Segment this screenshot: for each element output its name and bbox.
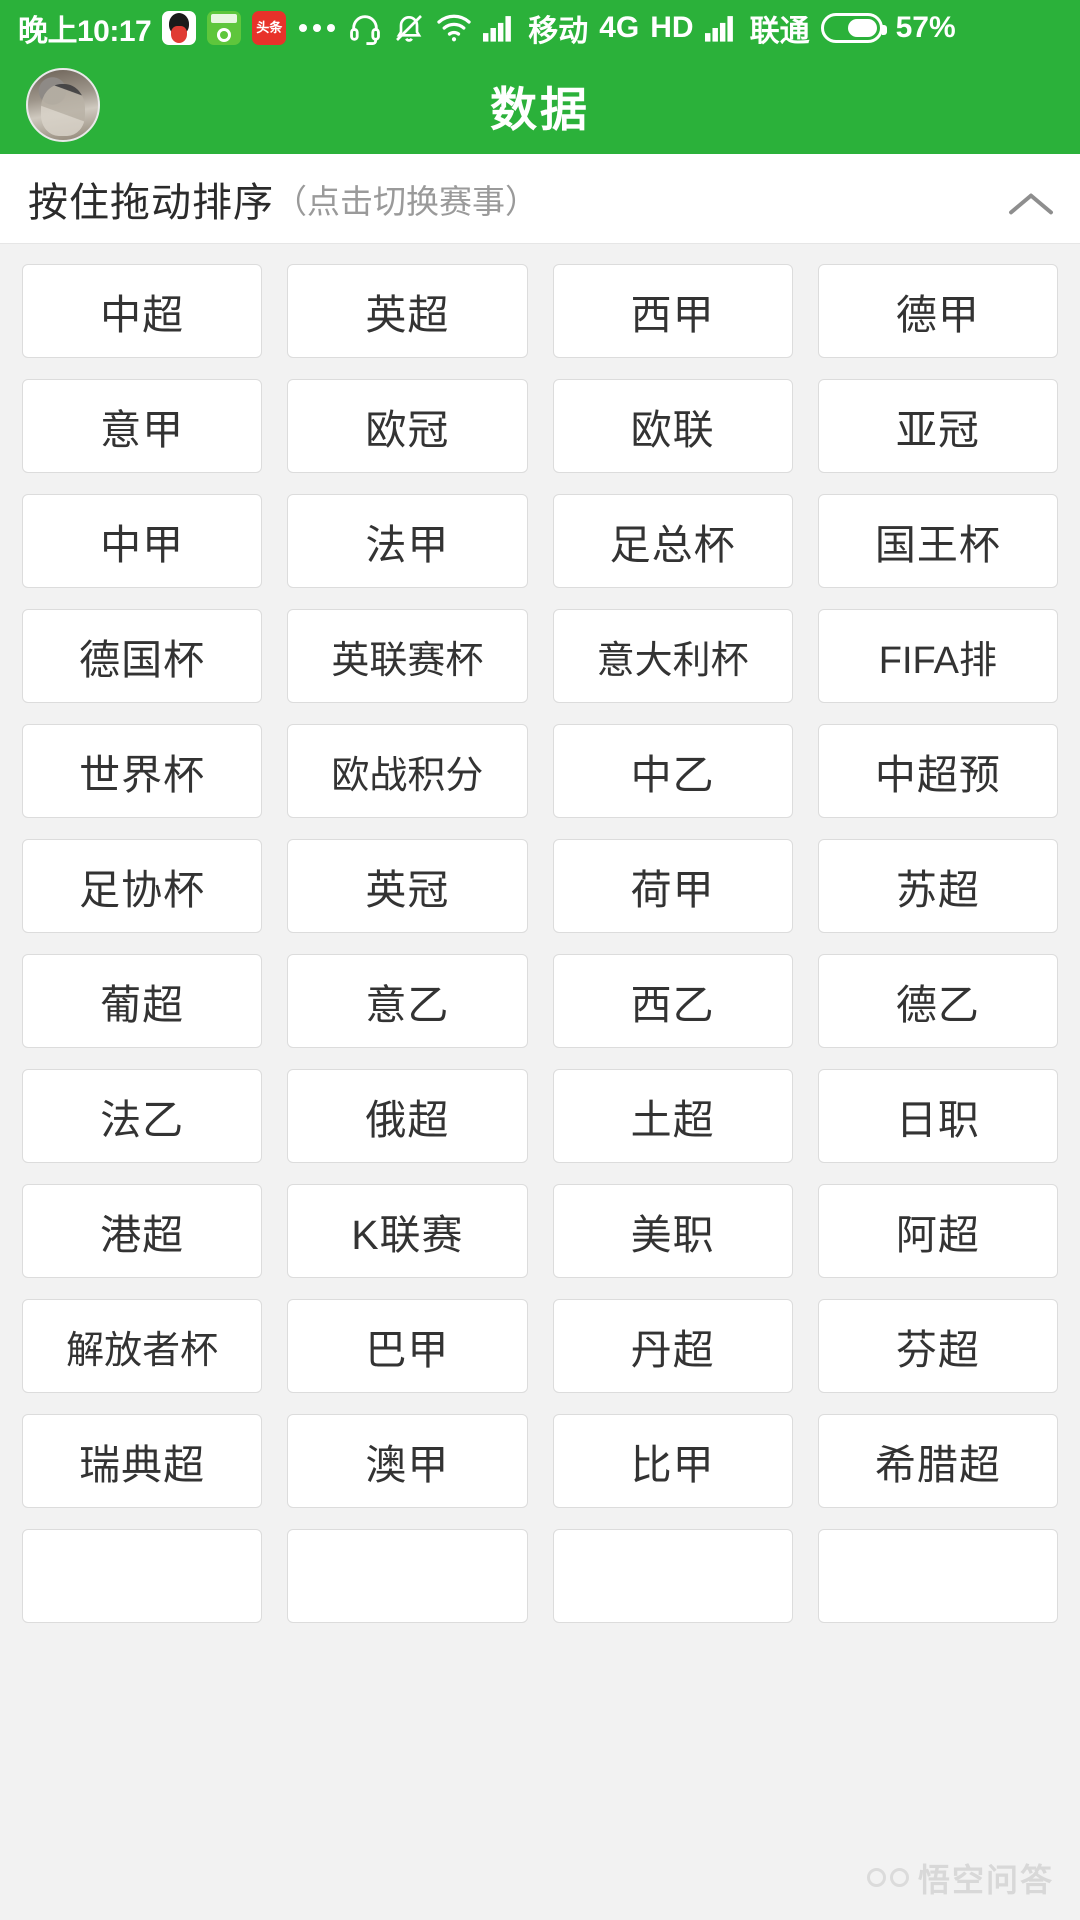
signal-bars-icon-2	[704, 16, 733, 42]
league-grid-container: 中超 英超 西甲 德甲意甲 欧冠 欧联 亚冠中甲 法甲 足总杯 国王杯德国杯 英联赛杯 意大利杯 FIF…	[0, 244, 1080, 1919]
league-tile[interactable]: 中超预	[817, 724, 1058, 818]
league-tile[interactable]: 丹超	[552, 1299, 793, 1393]
league-tile[interactable]: 欧冠	[287, 379, 528, 473]
league-tile[interactable]: 美职	[552, 1184, 793, 1278]
chevron-up-icon[interactable]	[1008, 176, 1054, 222]
league-tile[interactable]: 意乙	[287, 954, 528, 1048]
league-tile[interactable]: 意大利杯	[552, 609, 793, 703]
league-tile[interactable]: 苏超	[817, 839, 1058, 933]
league-tile[interactable]: 英超	[287, 264, 528, 358]
league-tile[interactable]: 德国杯	[22, 609, 263, 703]
carrier-1-label: 移动	[528, 15, 589, 48]
signal-bars-icon	[483, 16, 512, 42]
league-tile[interactable]: 国王杯	[817, 494, 1058, 588]
league-tile[interactable]: 澳甲	[287, 1414, 528, 1508]
league-tile[interactable]: 中乙	[552, 724, 793, 818]
bell-muted-icon	[396, 15, 423, 42]
carrier-2-label: 联通	[749, 15, 810, 48]
league-tile[interactable]: 亚冠	[817, 379, 1058, 473]
status-bar: 晚上10:17 头条 移动 4G HD 联通 57%	[0, 0, 1080, 56]
football-app-icon	[207, 11, 242, 45]
league-tile[interactable]: 足协杯	[22, 839, 263, 933]
league-tile[interactable]: 日职	[817, 1069, 1058, 1163]
league-tile[interactable]: 比甲	[552, 1414, 793, 1508]
qq-icon	[162, 11, 197, 45]
hd-label: HD	[650, 11, 694, 44]
league-tile[interactable]: 荷甲	[552, 839, 793, 933]
league-tile[interactable]: 瑞典超	[22, 1414, 263, 1508]
more-notifications-icon	[299, 24, 336, 32]
league-tile[interactable]	[817, 1529, 1058, 1623]
battery-icon	[820, 13, 887, 43]
league-tile[interactable]: 解放者杯	[22, 1299, 263, 1393]
league-tile[interactable]: 阿超	[817, 1184, 1058, 1278]
toutiao-icon: 头条	[252, 11, 287, 45]
league-tile[interactable]: 世界杯	[22, 724, 263, 818]
wifi-icon	[437, 14, 471, 42]
sort-header-title: 按住拖动排序	[28, 180, 274, 225]
league-tile[interactable]: 巴甲	[287, 1299, 528, 1393]
league-tile[interactable]: 足总杯	[552, 494, 793, 588]
league-tile[interactable]: 希腊超	[817, 1414, 1058, 1508]
watermark: 悟空问答	[866, 1855, 1054, 1901]
league-tile[interactable]: 港超	[22, 1184, 263, 1278]
league-tile[interactable]: 西乙	[552, 954, 793, 1048]
league-tile[interactable]: 中超	[22, 264, 263, 358]
league-tile[interactable]: 西甲	[552, 264, 793, 358]
league-tile[interactable]: 土超	[552, 1069, 793, 1163]
league-tile[interactable]: 意甲	[22, 379, 263, 473]
app-bar: 数据	[0, 56, 1080, 154]
league-tile[interactable]: FIFA排	[817, 609, 1058, 703]
sort-header[interactable]: 按住拖动排序 （点击切换赛事）	[0, 154, 1080, 244]
league-tile[interactable]: 法乙	[22, 1069, 263, 1163]
user-avatar[interactable]	[26, 68, 100, 142]
headset-icon	[350, 15, 381, 45]
league-tile[interactable]: 法甲	[287, 494, 528, 588]
battery-percent-label: 57%	[895, 11, 956, 44]
league-tile[interactable]	[552, 1529, 793, 1623]
league-tile[interactable]: 欧联	[552, 379, 793, 473]
league-tile[interactable]	[22, 1529, 263, 1623]
league-tile[interactable]: 欧战积分	[287, 724, 528, 818]
league-tile[interactable]: K联赛	[287, 1184, 528, 1278]
league-grid: 中超 英超 西甲 德甲意甲 欧冠 欧联 亚冠中甲 法甲 足总杯 国王杯德国杯 英联赛杯 意大利杯 FIF…	[22, 264, 1058, 1623]
league-tile[interactable]: 中甲	[22, 494, 263, 588]
league-tile[interactable]: 葡超	[22, 954, 263, 1048]
league-tile[interactable]: 英联赛杯	[287, 609, 528, 703]
league-tile[interactable]	[287, 1529, 528, 1623]
league-tile[interactable]: 德乙	[817, 954, 1058, 1048]
network-type-label: 4G	[599, 11, 640, 44]
sort-header-subtitle: （点击切换赛事）	[274, 182, 538, 220]
watermark-label: 悟空问答	[917, 1862, 1054, 1898]
page-title: 数据	[490, 82, 590, 136]
league-tile[interactable]: 英冠	[287, 839, 528, 933]
league-tile[interactable]: 芬超	[817, 1299, 1058, 1393]
league-tile[interactable]: 德甲	[817, 264, 1058, 358]
wukong-logo-icon	[866, 1865, 909, 1891]
status-time: 晚上10:17	[18, 15, 152, 48]
league-tile[interactable]: 俄超	[287, 1069, 528, 1163]
